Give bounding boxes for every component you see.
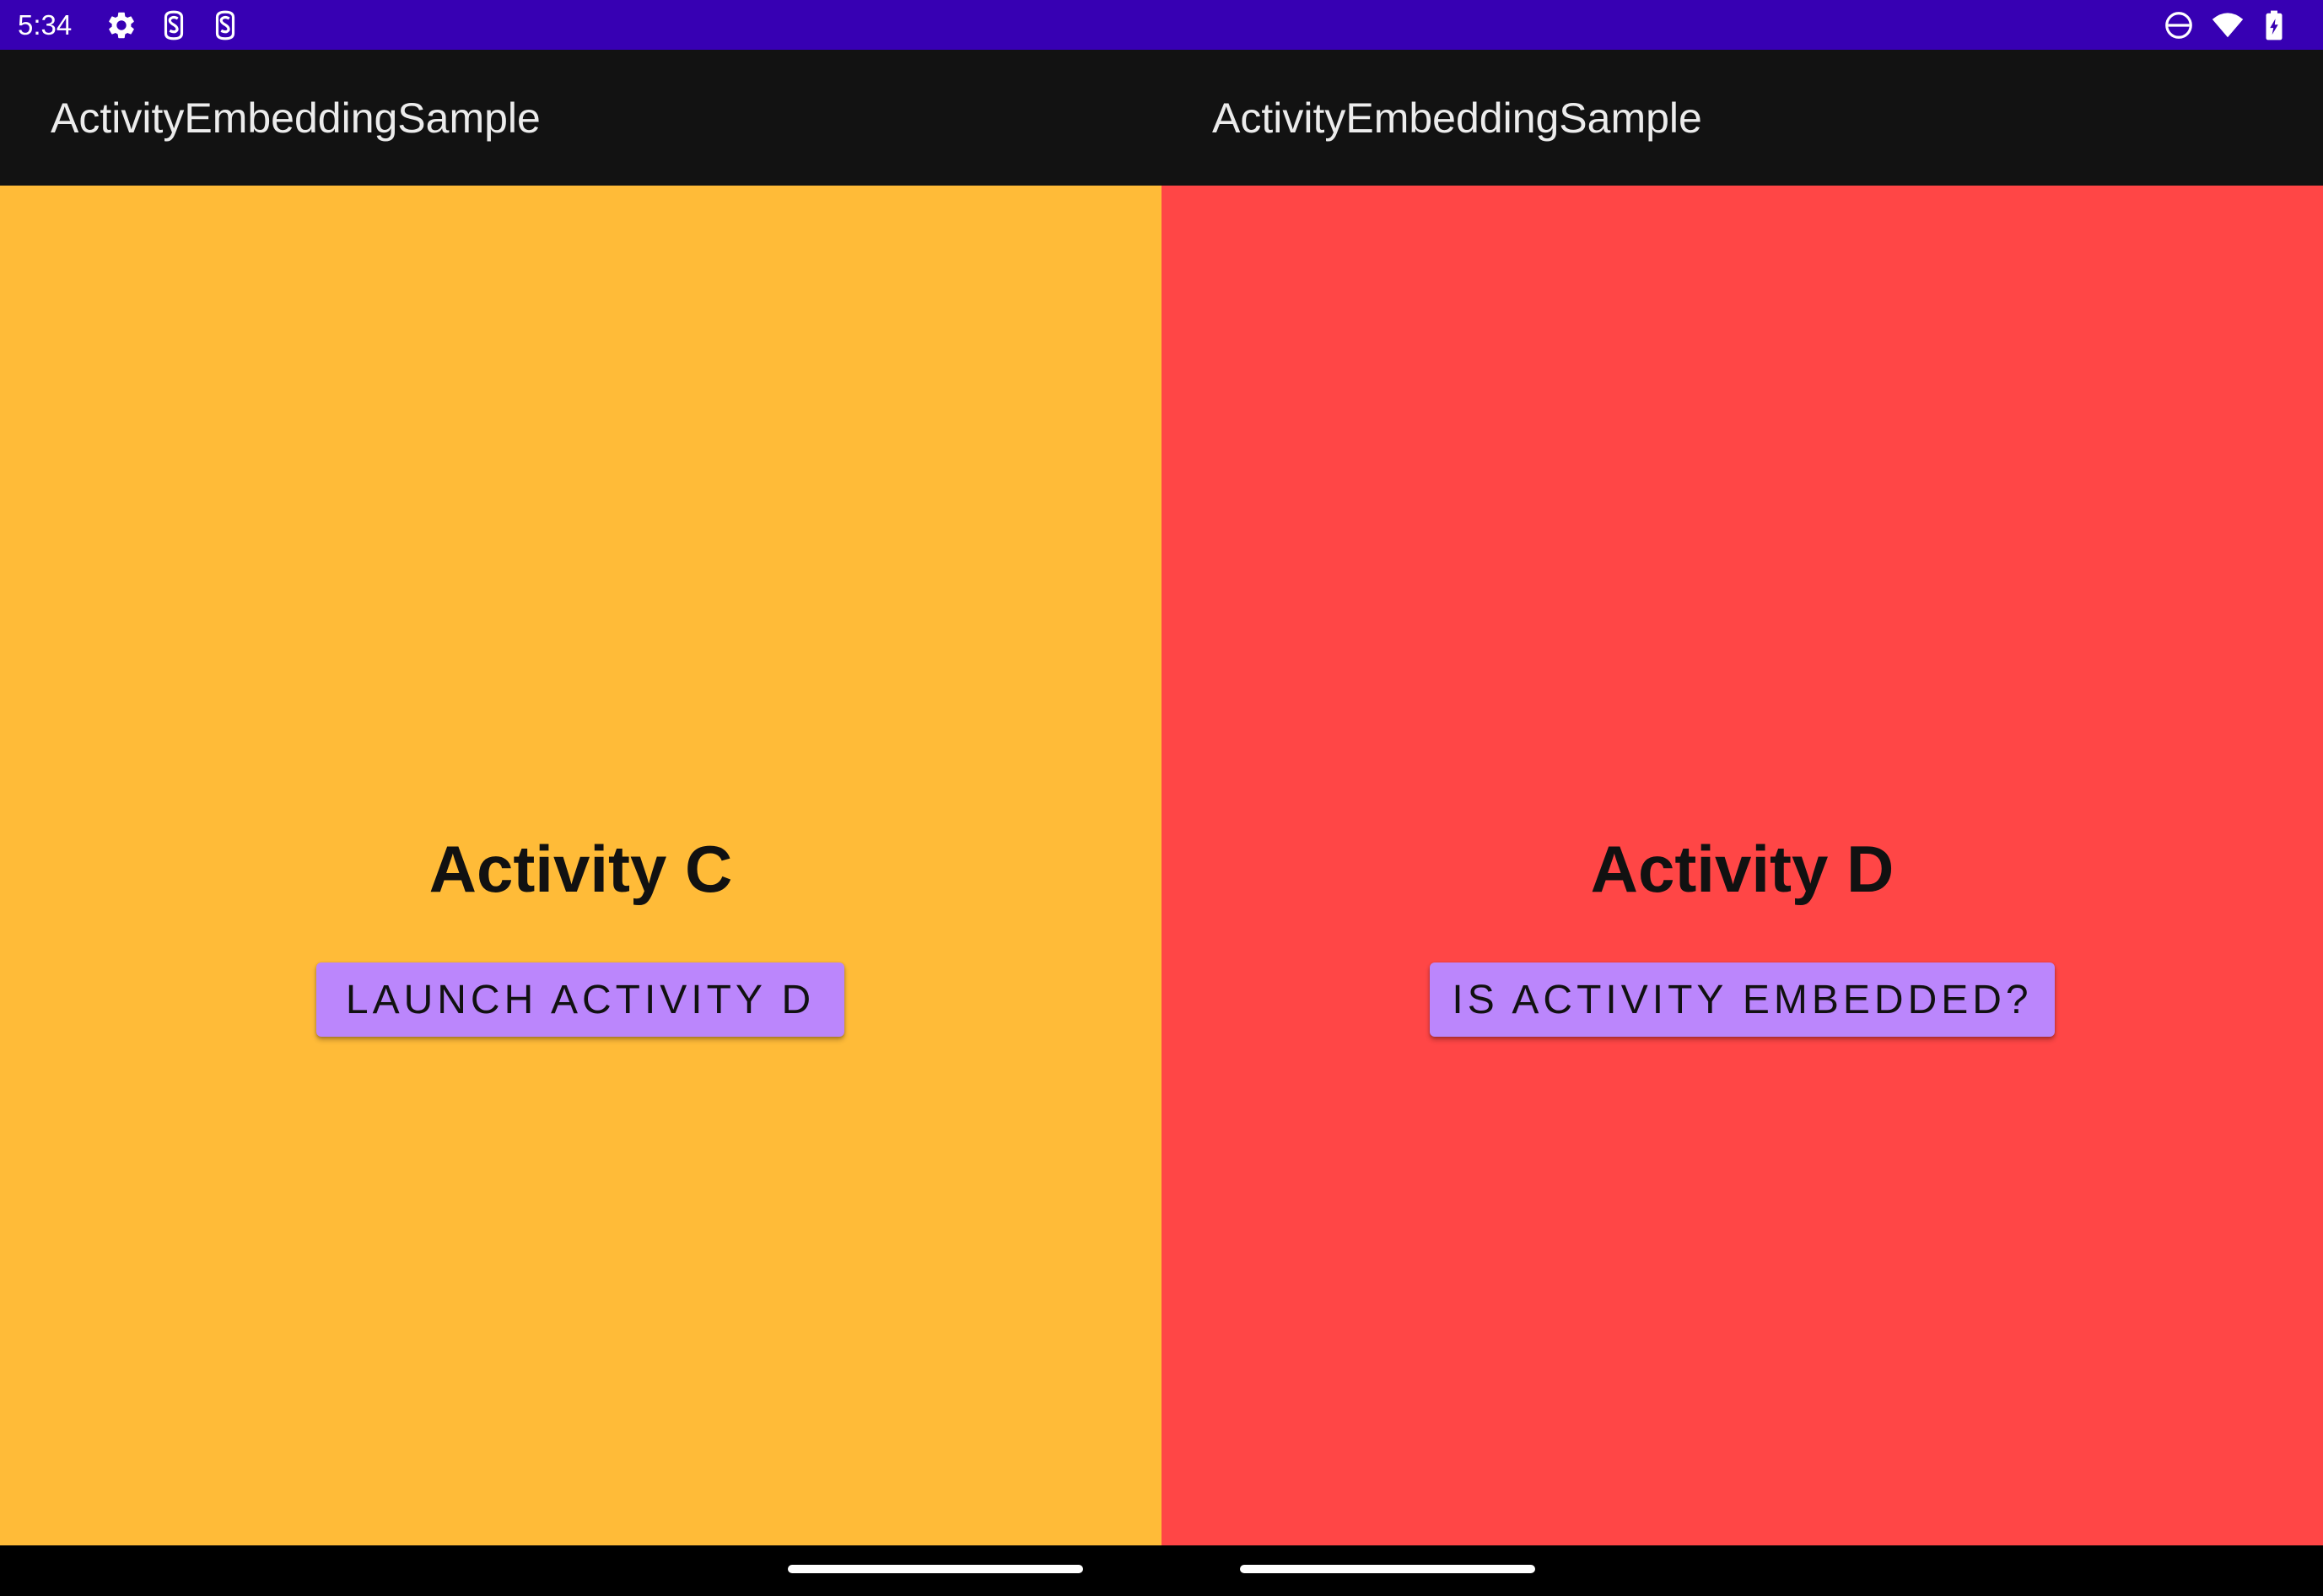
app-toolbar: ActivityEmbeddingSample bbox=[1162, 50, 2323, 186]
activity-c-content: Activity C LAUNCH ACTIVITY D bbox=[0, 186, 1162, 1545]
app-notification-icon bbox=[164, 10, 184, 40]
activity-title: Activity C bbox=[428, 832, 733, 906]
gesture-handle[interactable] bbox=[788, 1565, 1083, 1573]
do-not-disturb-icon bbox=[2165, 12, 2192, 39]
wifi-icon bbox=[2212, 13, 2244, 38]
status-time: 5:34 bbox=[18, 9, 73, 40]
activity-d-window: ActivityEmbeddingSample Activity D IS AC… bbox=[1162, 50, 2323, 1545]
activity-title: Activity D bbox=[1590, 832, 1895, 906]
status-bar: 5:34 bbox=[0, 0, 2323, 50]
battery-charging-icon bbox=[2266, 10, 2283, 40]
navigation-bar bbox=[0, 1545, 2323, 1596]
gesture-handle[interactable] bbox=[1240, 1565, 1535, 1573]
activity-c-window: ActivityEmbeddingSample Activity C LAUNC… bbox=[0, 50, 1162, 1545]
is-activity-embedded-button[interactable]: IS ACTIVITY EMBEDDED? bbox=[1430, 962, 2055, 1037]
app-notification-icon bbox=[215, 10, 235, 40]
settings-gear-icon bbox=[109, 12, 134, 39]
toolbar-title: ActivityEmbeddingSample bbox=[51, 94, 541, 142]
toolbar-title: ActivityEmbeddingSample bbox=[1212, 94, 1702, 142]
activity-d-content: Activity D IS ACTIVITY EMBEDDED? bbox=[1162, 186, 2323, 1545]
launch-activity-d-button[interactable]: LAUNCH ACTIVITY D bbox=[316, 962, 844, 1037]
app-toolbar: ActivityEmbeddingSample bbox=[0, 50, 1162, 186]
